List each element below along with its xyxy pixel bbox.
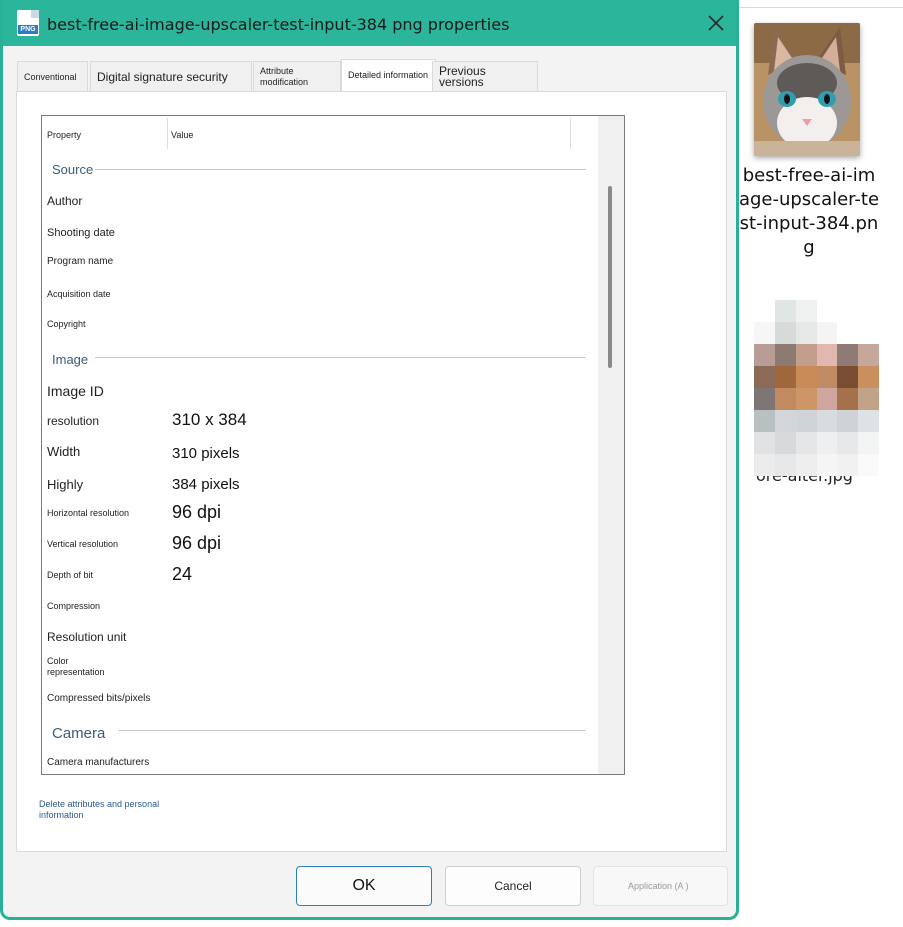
property-label[interactable]: Camera manufacturers bbox=[47, 757, 149, 768]
tab-digital-signature[interactable]: Digital signature security bbox=[90, 61, 252, 92]
file-name-line: age-upscaler-te bbox=[738, 189, 880, 210]
property-label[interactable]: Shooting date bbox=[47, 227, 115, 239]
close-icon bbox=[708, 15, 724, 31]
property-value[interactable]: 310 pixels bbox=[172, 445, 240, 462]
property-label[interactable]: Highly bbox=[47, 477, 83, 492]
file-name-line: best-free-ai-im bbox=[742, 165, 876, 186]
dialog-title: best-free-ai-image-upscaler-test-input-3… bbox=[47, 15, 510, 34]
details-panel: Property Value Source Author Shooting da… bbox=[16, 91, 727, 852]
column-value[interactable]: Value bbox=[171, 130, 193, 140]
column-property[interactable]: Property bbox=[47, 130, 81, 140]
property-label[interactable]: Width bbox=[47, 444, 80, 459]
title-bar[interactable]: PNG best-free-ai-image-upscaler-test-inp… bbox=[3, 0, 736, 46]
close-button[interactable] bbox=[701, 8, 731, 38]
group-heading-source: Source bbox=[52, 162, 94, 177]
property-label[interactable]: resolution bbox=[47, 414, 99, 428]
desktop-divider bbox=[738, 7, 903, 8]
cat-image bbox=[754, 23, 860, 156]
remove-properties-link[interactable]: Delete attributes and personal informati… bbox=[39, 799, 189, 821]
list-header: Property Value bbox=[42, 116, 597, 149]
file-name-line: st-input-384.pn bbox=[739, 213, 879, 234]
property-value[interactable]: 24 bbox=[172, 564, 192, 585]
tab-previous-versions[interactable]: Previous versions bbox=[432, 61, 538, 92]
tab-conventional[interactable]: Conventional bbox=[17, 61, 88, 92]
property-label[interactable]: Author bbox=[47, 194, 82, 208]
column-separator[interactable] bbox=[167, 118, 168, 149]
group-heading-camera: Camera bbox=[52, 725, 106, 742]
scrollbar-thumb[interactable] bbox=[608, 186, 612, 368]
property-value[interactable]: 96 dpi bbox=[172, 502, 221, 523]
group-heading-image: Image bbox=[52, 352, 89, 367]
property-label[interactable]: Compressed bits/pixels bbox=[47, 693, 150, 704]
png-file-icon: PNG bbox=[17, 10, 39, 36]
property-value[interactable]: 310 x 384 bbox=[172, 410, 247, 430]
column-separator[interactable] bbox=[570, 118, 571, 149]
desktop-file-name[interactable]: best-free-ai-im age-upscaler-te st-input… bbox=[738, 164, 880, 260]
ok-button[interactable]: OK bbox=[296, 866, 432, 906]
tab-detailed-information[interactable]: Detailed information bbox=[341, 59, 436, 91]
property-list[interactable]: Property Value Source Author Shooting da… bbox=[41, 115, 625, 775]
property-label[interactable]: Vertical resolution bbox=[47, 539, 118, 549]
property-label[interactable]: Depth of bit bbox=[47, 570, 93, 580]
property-label[interactable]: Horizontal resolution bbox=[47, 508, 129, 518]
property-label[interactable]: Image ID bbox=[47, 383, 104, 399]
apply-button[interactable]: Application (A ) bbox=[593, 866, 728, 906]
group-divider bbox=[95, 357, 586, 358]
property-label[interactable]: Copyright bbox=[47, 319, 86, 329]
group-divider bbox=[118, 730, 586, 731]
group-divider bbox=[95, 169, 586, 170]
property-label[interactable]: Resolution unit bbox=[47, 630, 126, 644]
file-type-tag: PNG bbox=[18, 25, 38, 34]
property-value[interactable]: 96 dpi bbox=[172, 533, 221, 554]
cat-thumbnail[interactable] bbox=[754, 23, 860, 156]
cancel-button[interactable]: Cancel bbox=[445, 866, 581, 906]
property-label[interactable]: Compression bbox=[47, 601, 100, 611]
pixelated-thumbnail[interactable] bbox=[754, 300, 879, 476]
property-label[interactable]: Color representation bbox=[47, 656, 127, 678]
property-label[interactable]: Acquisition date bbox=[47, 289, 111, 299]
file-name-line: g bbox=[803, 237, 815, 258]
page-fold bbox=[31, 10, 39, 18]
apply-button-label: Application (A ) bbox=[628, 881, 689, 891]
property-value[interactable]: 384 pixels bbox=[172, 476, 240, 493]
tab-attribute-modification[interactable]: Attribute modification bbox=[253, 61, 341, 92]
properties-dialog: PNG best-free-ai-image-upscaler-test-inp… bbox=[0, 0, 739, 920]
property-label[interactable]: Program name bbox=[47, 256, 113, 267]
